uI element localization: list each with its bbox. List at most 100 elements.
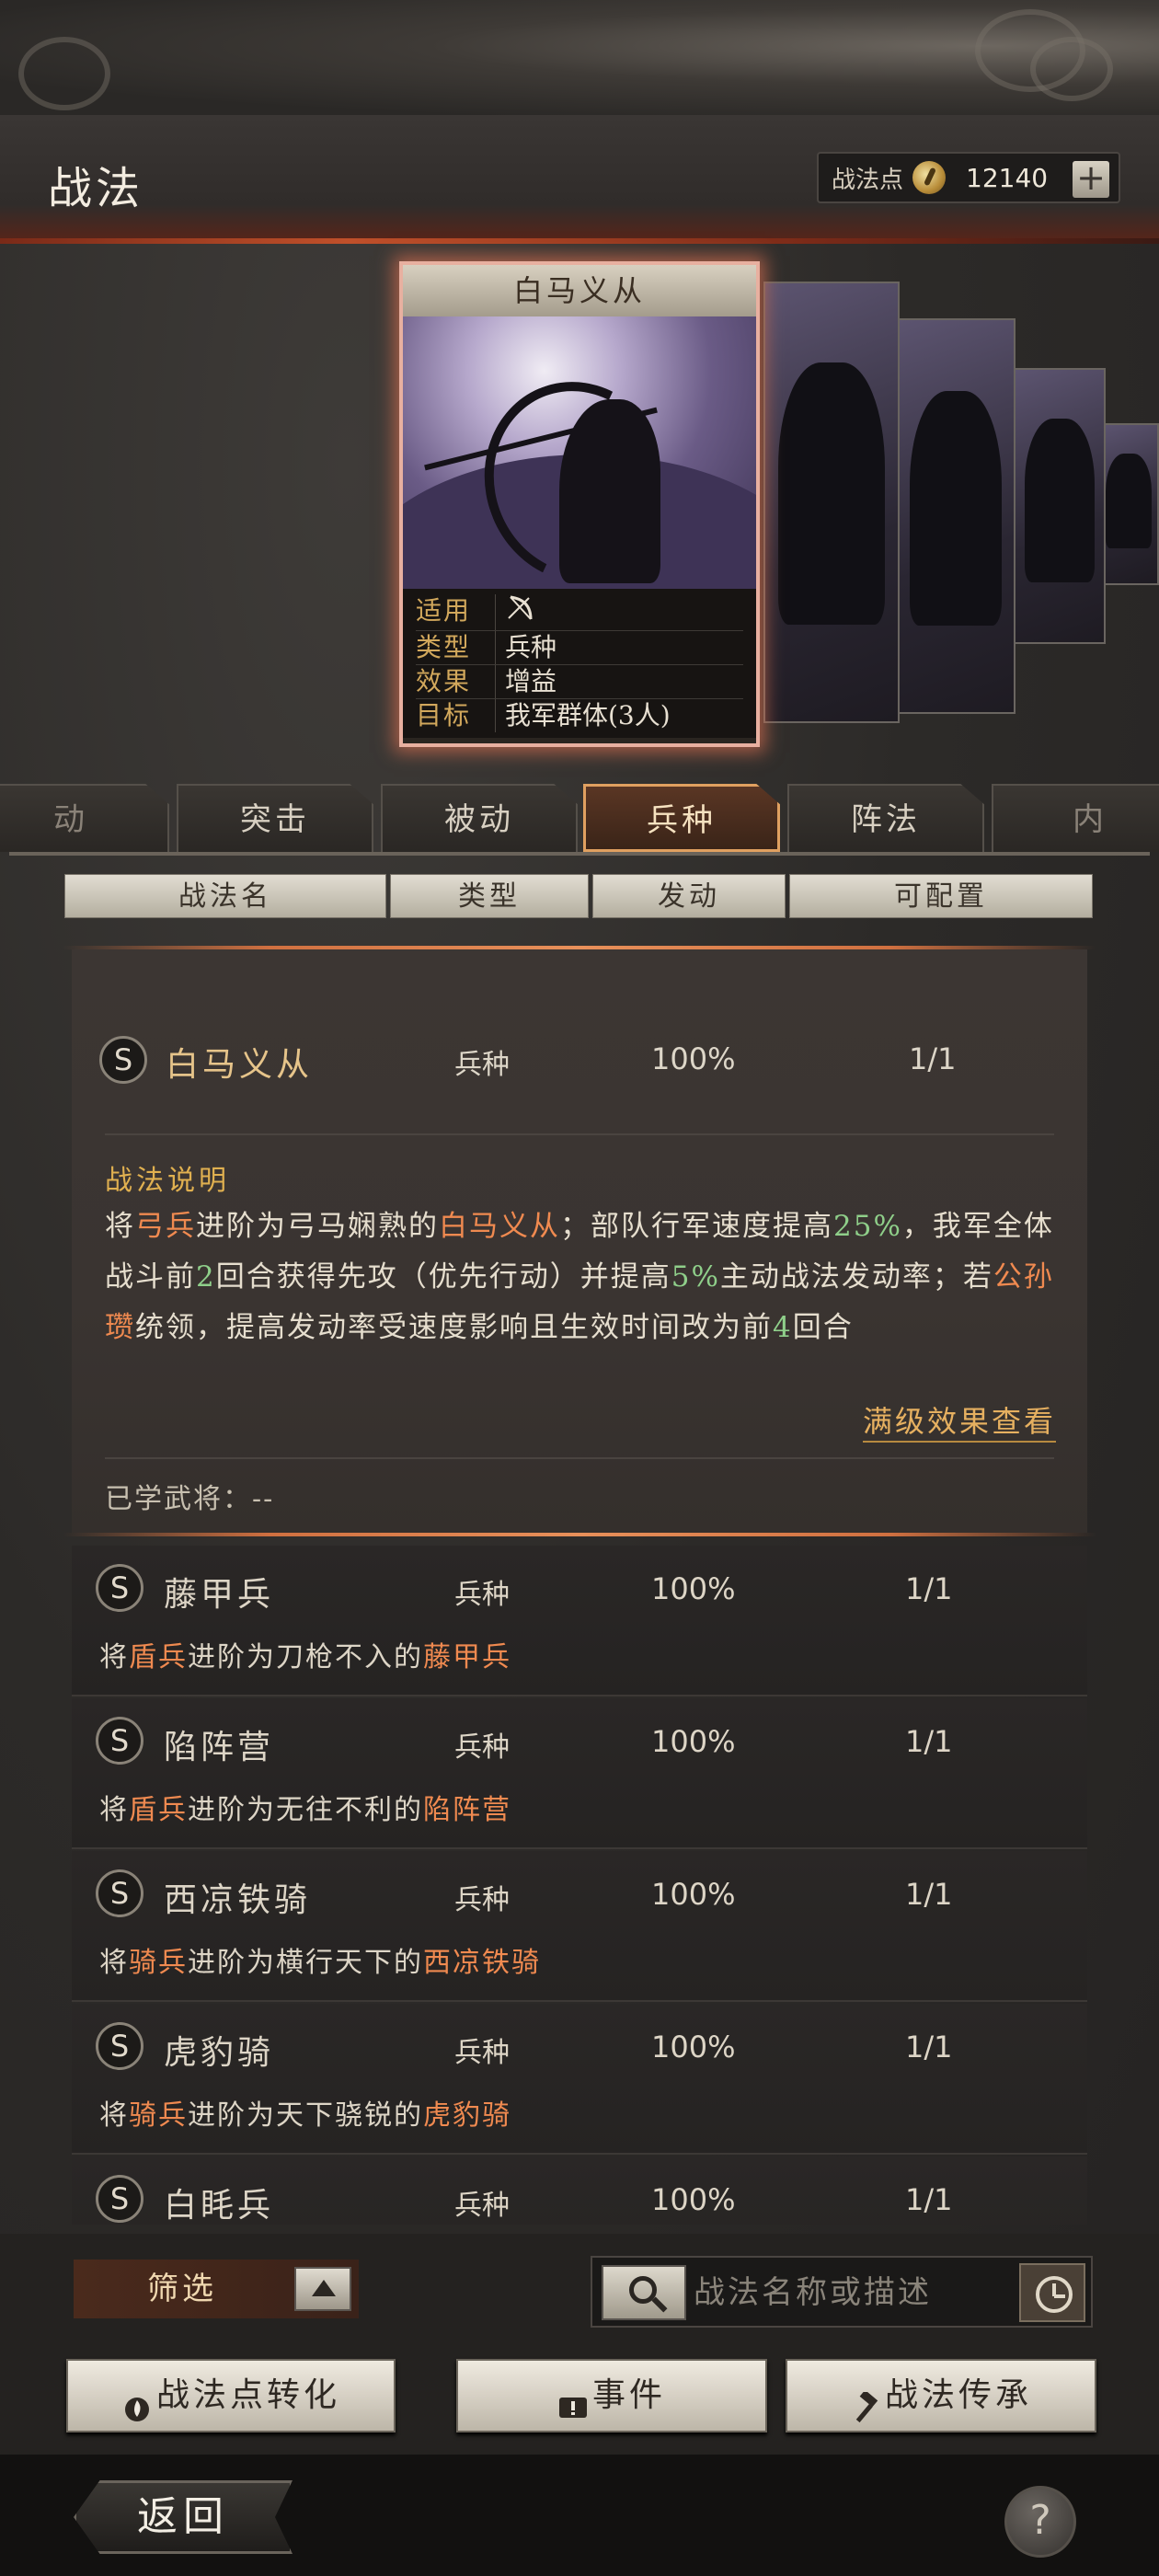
tab-passive[interactable]: 被动 [381,784,578,852]
description-segment: 回合获得先攻（优先行动）并提高 [215,1260,671,1294]
tactic-card-thumbnail[interactable] [763,282,900,723]
coin-icon [912,161,947,194]
info-row-target: 目标 我军群体(3人) [416,699,671,732]
add-points-button[interactable]: + [1073,160,1109,198]
tactic-card-thumbnail[interactable] [1014,368,1106,644]
description-segment: 2 [196,1260,216,1294]
tactic-summary: 将骑兵进阶为天下骁锐的虎豹骑 [99,2099,511,2132]
tab-troop-type[interactable]: 兵种 [583,784,780,852]
tactic-summary: 将盾兵进阶为无往不利的陷阵营 [99,1794,511,1826]
tactic-cap: 1/1 [905,1877,953,1912]
tactic-summary: 将盾兵进阶为刀枪不入的藤甲兵 [99,1641,511,1673]
description-segment: ；部队行军速度提高 [560,1210,833,1243]
tab-active-partial[interactable]: 动 [0,784,169,852]
category-tabs: 动 突击 被动 兵种 阵法 内 [0,784,1159,852]
tactic-row[interactable]: S 陷阵营 兵种 100% 1/1 将盾兵进阶为无往不利的陷阵营 [72,1698,1087,1849]
flame-icon [121,2378,153,2421]
description-segment: 弓兵 [135,1210,196,1243]
tactic-card-thumbnail[interactable] [896,318,1016,714]
tactic-cap: 1/1 [905,2182,953,2217]
points-label: 战法点 [832,166,904,194]
tactic-row[interactable]: S 西凉铁骑 兵种 100% 1/1 将骑兵进阶为横行天下的西凉铁骑 [72,1851,1087,2002]
description-segment: 5% [671,1260,720,1294]
tactic-name: 西凉铁骑 [164,1881,312,1919]
points-value: 12140 [966,162,1049,193]
tactic-type: 兵种 [454,1731,510,1764]
search-input[interactable] [694,2265,1006,2320]
description-title: 战法说明 [105,1165,230,1197]
alert-icon [557,2378,589,2418]
tactic-rate: 100% [651,1877,736,1912]
header-bar: 战法 战法点 12140 + [0,115,1159,244]
tactic-row[interactable]: S 白眊兵 兵种 100% 1/1 [72,2156,1087,2225]
tactic-cap: 1/1 [905,2030,953,2064]
card-info-table: 适用 类型 兵种 效果 增益 目标 我军群体(3人) [403,589,756,738]
description-segment: 进阶为弓马娴熟的 [196,1210,439,1243]
tab-internal-partial[interactable]: 内 [992,784,1159,852]
grade-badge: S [96,1717,143,1765]
tactic-cap: 1/1 [909,1041,957,1076]
tactic-summary: 将骑兵进阶为横行天下的西凉铁骑 [99,1947,541,1979]
tab-formation[interactable]: 阵法 [787,784,984,852]
tactic-list: S 白马义从 兵种 100% 1/1 战法说明 将弓兵进阶为弓马娴熟的白马义从；… [0,937,1159,2225]
tactic-cap: 1/1 [905,1724,953,1759]
description-segment: 白马义从 [439,1210,560,1243]
tactic-type: 兵种 [454,1579,510,1611]
tactic-name: 陷阵营 [164,1729,275,1766]
events-button[interactable]: 事件 [456,2359,767,2432]
tactic-type: 兵种 [454,1049,510,1081]
tactic-name: 虎豹骑 [164,2034,275,2072]
info-row-applicable: 适用 [416,594,743,631]
filter-toggle-up-icon[interactable] [294,2267,351,2311]
tactic-name: 白马义从 [166,1046,314,1084]
column-header-trigger[interactable]: 发动 [592,874,786,918]
tactic-inherit-button[interactable]: 战法传承 [786,2359,1096,2432]
bottom-panel: 筛选 战法点转化 事件 战法传承 [0,2234,1159,2455]
tactic-rate: 100% [651,2182,736,2217]
cloud-ornament [18,37,110,110]
column-header-configurable[interactable]: 可配置 [789,874,1093,918]
tactic-rate: 100% [651,2030,736,2064]
column-header-type[interactable]: 类型 [390,874,589,918]
column-header-name[interactable]: 战法名 [64,874,386,918]
tactic-type: 兵种 [454,2037,510,2069]
grade-badge: S [96,1869,143,1917]
page-title: 战法 [48,163,144,214]
description-segment: 4 [773,1311,793,1344]
description-segment: 回合 [792,1311,854,1344]
tactic-type: 兵种 [454,1884,510,1916]
learned-generals: 已学武将：-- [105,1483,275,1515]
tactic-description: 将弓兵进阶为弓马娴熟的白马义从；部队行军速度提高25%，我军全体战斗前2回合获得… [105,1202,1061,1353]
tactic-rate: 100% [651,1571,736,1606]
grade-badge: S [96,2175,143,2223]
footer-bar: 返回 ? [0,2455,1159,2576]
tactic-row[interactable]: S 虎豹骑 兵种 100% 1/1 将骑兵进阶为天下骁锐的虎豹骑 [72,2004,1087,2155]
divider [105,1457,1054,1459]
expanded-tactic-item[interactable]: S 白马义从 兵种 100% 1/1 战法说明 将弓兵进阶为弓马娴熟的白马义从；… [63,946,1096,1536]
grade-badge: S [96,2022,143,2070]
info-row-effect: 效果 增益 [416,665,743,699]
tactic-rate: 100% [651,1724,736,1759]
description-segment: 统领，提高发动率受速度影响且生效时间改为前 [135,1311,773,1344]
history-clock-icon[interactable] [1019,2263,1085,2322]
hammer-icon [850,2378,881,2423]
description-segment: 主动战法发动率；若 [719,1260,993,1294]
tab-assault[interactable]: 突击 [177,784,373,852]
tactic-cap: 1/1 [905,1571,953,1606]
convert-points-button[interactable]: 战法点转化 [66,2359,396,2432]
search-icon[interactable] [602,2265,686,2320]
selected-tactic-card[interactable]: 白马义从 适用 类型 兵种 效果 增益 目标 我军群体(3人) [399,261,760,747]
card-title: 白马义从 [403,265,756,316]
tactic-card-thumbnail[interactable] [1098,423,1159,585]
tactic-name: 白眊兵 [164,2187,275,2225]
top-decoration [0,0,1159,115]
tactic-row[interactable]: S 藤甲兵 兵种 100% 1/1 将盾兵进阶为刀枪不入的藤甲兵 [72,1546,1087,1696]
tactic-points-display: 战法点 12140 + [817,152,1120,203]
info-row-type: 类型 兵种 [416,631,743,665]
tab-underline [9,852,1150,856]
help-icon[interactable]: ? [1004,2486,1076,2558]
tactic-name: 藤甲兵 [164,1576,275,1614]
max-level-effect-link[interactable]: 满级效果查看 [862,1398,1056,1443]
search-box [591,2256,1093,2328]
back-button[interactable]: 返回 [74,2480,293,2554]
